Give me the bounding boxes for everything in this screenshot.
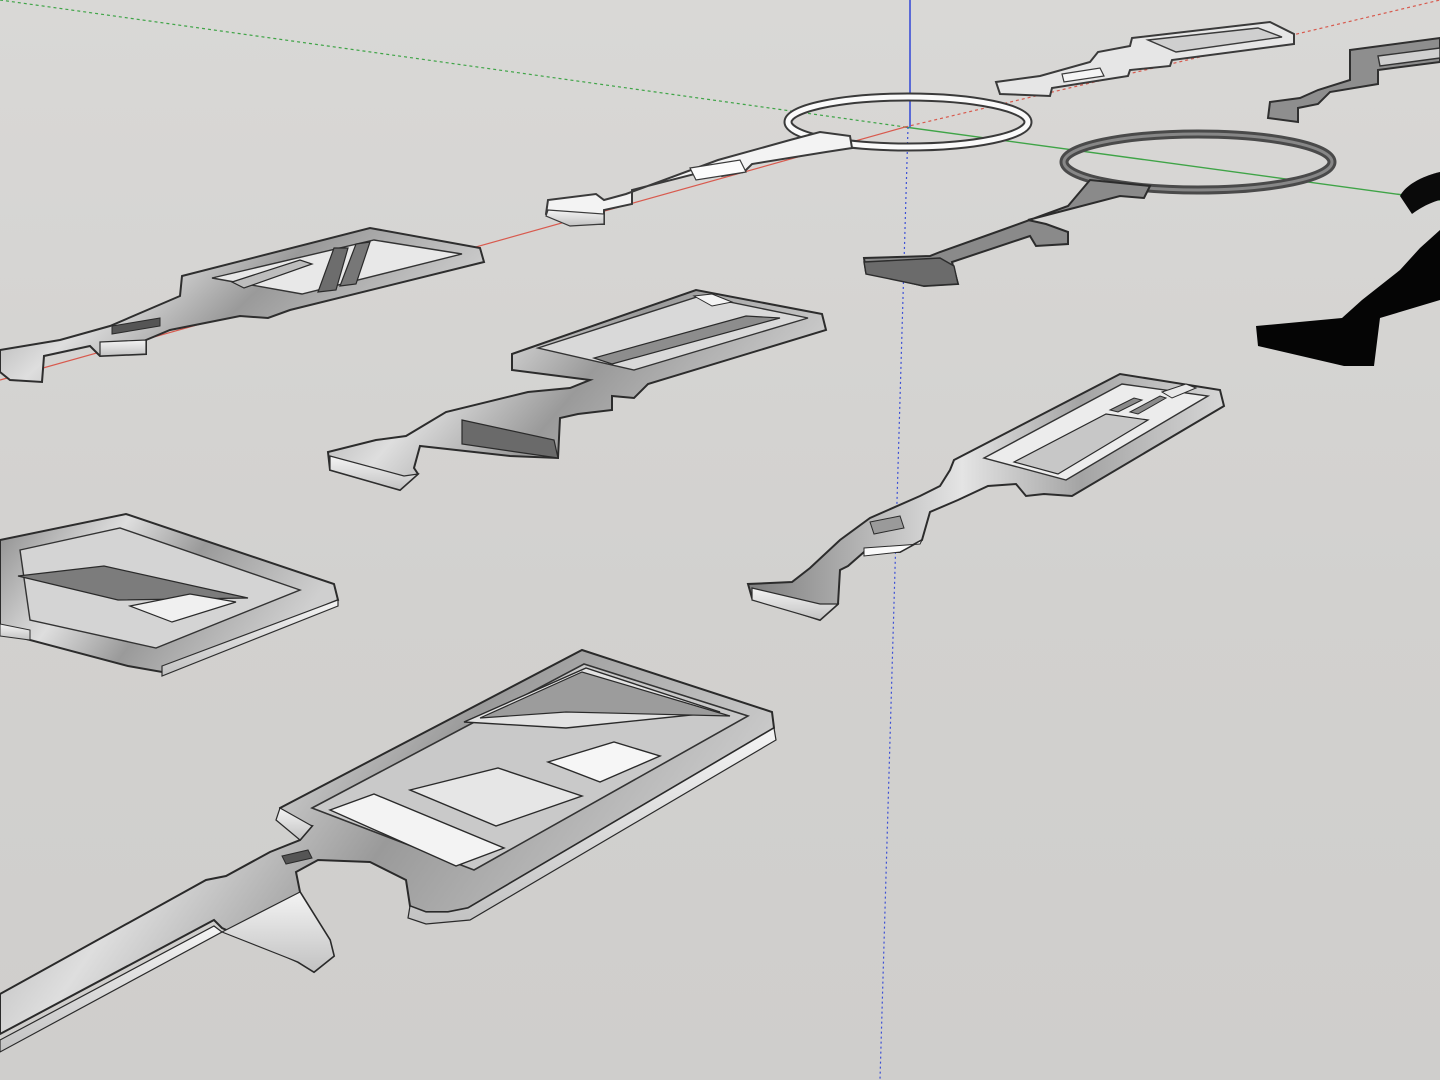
key-large-front[interactable] xyxy=(0,648,777,1053)
key-frame-far[interactable] xyxy=(994,20,1295,98)
key-ring-dark[interactable] xyxy=(862,129,1337,288)
key-bars-right[interactable] xyxy=(746,372,1226,622)
3d-scene[interactable] xyxy=(0,0,1440,1080)
key-ring-white[interactable] xyxy=(544,92,1033,227)
key-slant-blades[interactable] xyxy=(0,226,486,384)
key-diagonal-mid[interactable] xyxy=(326,288,828,492)
modeling-viewport[interactable] xyxy=(0,0,1440,1080)
key-diagonal-left[interactable] xyxy=(0,512,340,677)
key-frame-far-right[interactable] xyxy=(1266,36,1440,124)
green-axis-far xyxy=(0,0,906,128)
key-black-partial[interactable] xyxy=(1256,172,1440,366)
